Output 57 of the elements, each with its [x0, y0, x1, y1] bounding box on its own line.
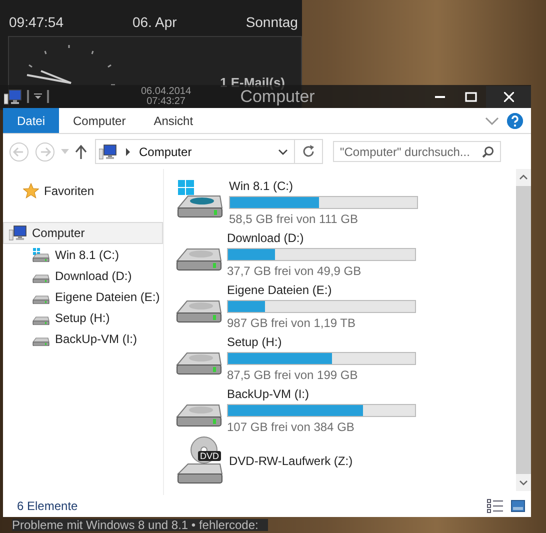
hard-drive-icon [176, 300, 222, 323]
sidebar-item[interactable]: Favoriten [44, 184, 94, 198]
system-drive-icon [32, 248, 50, 262]
drive-name[interactable]: Win 8.1 (C:) [229, 179, 418, 193]
details-view-icon[interactable] [487, 499, 503, 513]
item-count: 6 Elemente [17, 499, 79, 513]
system-drive-icon [176, 180, 224, 220]
chevron-down-icon[interactable] [278, 148, 288, 154]
hard-drive-icon [176, 352, 222, 375]
help-icon[interactable] [507, 112, 523, 128]
gadget-time: 07:43:27 [146, 96, 186, 106]
free-space-text: 107 GB frei von 384 GB [227, 420, 356, 434]
background-text: Probleme mit Windows 8 und 8.1 • fehlercode: [12, 519, 268, 531]
large-icons-view-icon[interactable] [511, 500, 525, 512]
dropdown-icon[interactable] [34, 93, 42, 100]
free-space-text: 37,7 GB frei von 49,9 GB [227, 264, 362, 278]
sidebar-item[interactable]: Computer [3, 222, 163, 244]
computer-icon [99, 144, 117, 160]
star-icon [23, 183, 39, 199]
scroll-up-icon[interactable] [519, 173, 528, 182]
sidebar-item[interactable]: Win 8.1 (C:) [3, 244, 163, 265]
gadget-date: 06.04.2014 [141, 86, 192, 96]
free-space-text: 87,5 GB frei von 199 GB [227, 368, 359, 382]
free-space-text: 58,5 GB frei von 111 GB [229, 212, 359, 226]
refresh-icon [302, 145, 315, 158]
clock-time: 09:47:54 [9, 14, 64, 30]
free-space-text: 987 GB frei von 1,19 TB [227, 316, 357, 330]
computer-icon [9, 225, 27, 241]
ribbon-tab[interactable]: Computer [59, 108, 140, 133]
drive-name[interactable]: BackUp-VM (I:) [227, 387, 416, 401]
address-bar[interactable]: Computer [95, 139, 323, 164]
maximize-icon [464, 92, 476, 102]
search-field[interactable]: "Computer" durchsuch... [333, 141, 501, 162]
ribbon-tab[interactable]: Ansicht [140, 108, 208, 133]
scrollbar[interactable] [516, 169, 531, 491]
sidebar-item[interactable]: Eigene Dateien (E:) [3, 286, 163, 307]
drive-name[interactable]: Setup (H:) [227, 335, 416, 349]
close-button[interactable] [486, 86, 531, 108]
minimize-icon [434, 96, 444, 98]
sidebar-item[interactable]: Setup (H:) [3, 307, 163, 328]
ribbon-tab[interactable]: Datei [3, 108, 60, 133]
sidebar-item[interactable]: BackUp-VM (I:) [3, 328, 163, 349]
close-icon [504, 92, 514, 102]
drive-name[interactable]: Eigene Dateien (E:) [227, 283, 416, 297]
drive-name[interactable]: DVD-RW-Laufwerk (Z:) [229, 436, 353, 488]
scroll-down-icon[interactable] [519, 478, 528, 487]
drive-name[interactable]: Download (D:) [227, 231, 416, 245]
computer-icon [4, 88, 22, 104]
search-icon[interactable] [482, 146, 494, 158]
sidebar-item[interactable]: Download (D:) [3, 265, 163, 286]
clock-date: 06. Apr [132, 14, 177, 30]
hard-drive-icon [176, 404, 222, 427]
chevron-right-icon [123, 148, 133, 156]
up-arrow-icon[interactable] [75, 144, 87, 158]
dvd-label: DVD [198, 451, 222, 461]
hard-drive-icon [176, 248, 222, 271]
clock-weekday: Sonntag [246, 14, 298, 30]
